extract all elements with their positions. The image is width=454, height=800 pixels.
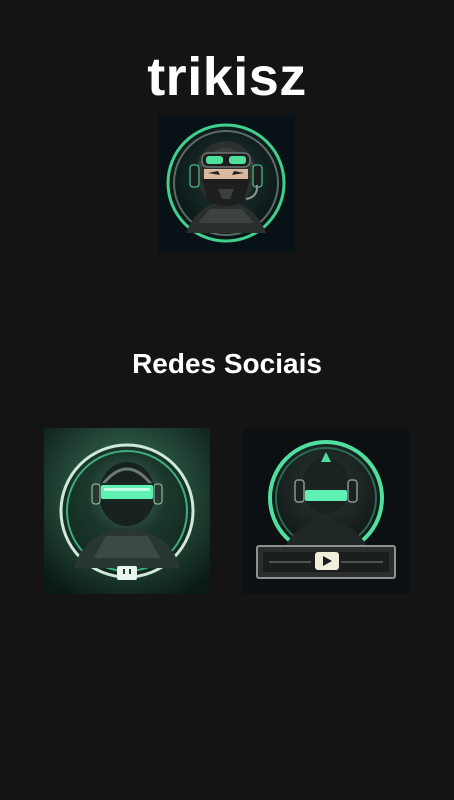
twitch-icon	[117, 566, 137, 580]
link-page: trikisz Redes Sociais	[0, 0, 454, 800]
gamer-visor-twitch-icon	[44, 428, 210, 594]
profile-name: trikisz	[147, 47, 307, 107]
gamer-visor-youtube-icon	[243, 428, 409, 594]
profile-avatar	[158, 115, 295, 252]
youtube-link[interactable]	[243, 428, 409, 594]
youtube-icon	[315, 552, 339, 570]
socials-heading: Redes Sociais	[132, 348, 322, 379]
ninja-headset-avatar-icon	[158, 115, 295, 252]
twitch-link[interactable]	[44, 428, 210, 594]
